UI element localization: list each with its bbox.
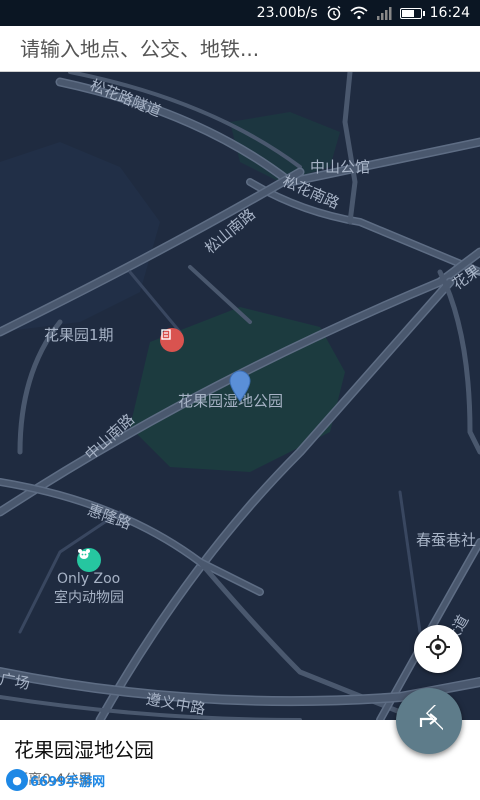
- watermark-logo: ● 6699手游网: [6, 768, 105, 792]
- label-chuncan-lane: 春蚕巷社: [416, 531, 477, 549]
- alarm-icon: [326, 5, 342, 21]
- clock: 16:24: [429, 5, 470, 21]
- search-bar[interactable]: [0, 26, 480, 72]
- location-pin-icon[interactable]: [228, 370, 252, 402]
- label-indoor-zoo: 室内动物园: [54, 590, 124, 606]
- watermark-text: 6699手游网: [30, 774, 106, 790]
- place-name: 花果园湿地公园: [14, 738, 154, 762]
- label-only-zoo: Only Zoo: [57, 571, 121, 587]
- map-view[interactable]: 松花路隧道 中山公馆 松花南路 松山南路 花果 花果园1期 花果园湿地公园 中山…: [0, 72, 480, 720]
- zoo-poi-icon[interactable]: [77, 548, 101, 572]
- network-speed: 23.00b/s: [256, 5, 318, 21]
- directions-icon: [415, 696, 461, 737]
- label-zhongshan-hall: 中山公馆: [310, 158, 371, 176]
- route-button[interactable]: [396, 688, 462, 754]
- status-bar: 23.00b/s 16:24: [0, 0, 480, 26]
- hotel-poi-icon[interactable]: [160, 328, 184, 352]
- search-input[interactable]: [20, 36, 460, 61]
- signal-icon: [376, 6, 392, 20]
- my-location-button[interactable]: [414, 625, 462, 673]
- wifi-icon: [350, 6, 368, 20]
- label-huaguo-phase1: 花果园1期: [44, 326, 114, 344]
- watermark-icon: ●: [6, 769, 28, 791]
- crosshair-icon: [425, 634, 451, 664]
- battery-icon: [399, 7, 425, 19]
